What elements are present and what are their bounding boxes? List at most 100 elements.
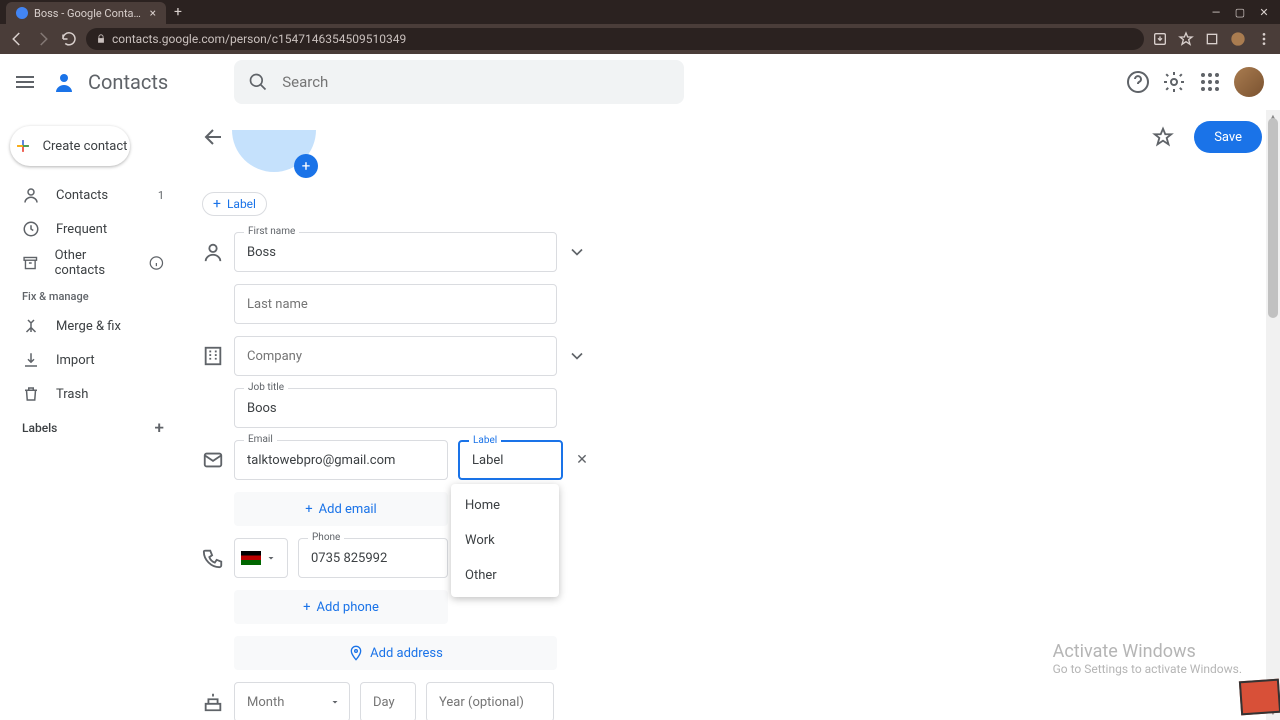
app-title: Contacts xyxy=(88,70,168,94)
app-header: Contacts xyxy=(0,54,1280,110)
add-phone-label: Add phone xyxy=(317,600,379,615)
fix-manage-header: Fix & manage xyxy=(0,280,178,309)
nav-forward-icon[interactable] xyxy=(34,30,52,48)
year-input[interactable] xyxy=(427,695,553,710)
search-input[interactable] xyxy=(282,73,670,91)
chevron-down-icon xyxy=(329,696,341,708)
dropdown-option-work[interactable]: Work xyxy=(451,523,559,558)
window-close-icon[interactable]: ✕ xyxy=(1258,6,1270,19)
windows-watermark: Activate Windows Go to Settings to activ… xyxy=(1053,641,1242,676)
browser-titlebar: Boss - Google Contacts × + — ▢ ✕ xyxy=(0,0,1280,24)
nav-reload-icon[interactable] xyxy=(60,30,78,48)
new-tab-button[interactable]: + xyxy=(174,4,182,20)
lock-icon xyxy=(96,34,106,44)
add-address-label: Add address xyxy=(370,646,443,661)
back-arrow-icon[interactable] xyxy=(202,125,226,149)
history-icon xyxy=(22,220,40,238)
star-icon[interactable] xyxy=(1152,110,1174,164)
window-minimize-icon[interactable]: — xyxy=(1210,6,1222,19)
add-address-button[interactable]: Add address xyxy=(234,636,557,670)
add-email-button[interactable]: + Add email xyxy=(234,492,448,526)
sidebar-item-merge[interactable]: Merge & fix xyxy=(0,309,178,343)
save-button[interactable]: Save xyxy=(1194,121,1262,153)
labels-header: Labels xyxy=(22,421,57,435)
url-text: contacts.google.com/person/c154714635450… xyxy=(112,32,406,46)
contact-avatar[interactable]: + xyxy=(232,164,316,172)
sidebar-item-other[interactable]: Other contacts xyxy=(0,246,178,280)
first-name-input[interactable] xyxy=(235,245,556,260)
main-menu-icon[interactable] xyxy=(16,70,40,94)
sidebar-item-trash[interactable]: Trash xyxy=(0,377,178,411)
dropdown-option-other[interactable]: Other xyxy=(451,558,559,593)
watermark-title: Activate Windows xyxy=(1053,641,1242,662)
sidebar: Create contact Contacts 1 Frequent Other… xyxy=(0,110,178,720)
tab-title: Boss - Google Contacts xyxy=(34,7,144,20)
watermark-subtitle: Go to Settings to activate Windows. xyxy=(1053,662,1242,676)
plus-icon xyxy=(13,136,33,156)
avatar-add-icon[interactable]: + xyxy=(294,154,318,178)
company-input[interactable] xyxy=(235,349,556,364)
label-dropdown: Home Work Other xyxy=(451,484,559,597)
tab-favicon xyxy=(16,7,28,19)
sidebar-item-label: Merge & fix xyxy=(56,319,121,334)
nav-back-icon[interactable] xyxy=(8,30,26,48)
dropdown-option-home[interactable]: Home xyxy=(451,488,559,523)
sidebar-item-label: Contacts xyxy=(56,188,108,203)
browser-tab[interactable]: Boss - Google Contacts × xyxy=(6,2,166,24)
email-type-label: Label xyxy=(469,435,501,446)
location-icon xyxy=(348,645,364,661)
add-label-chip[interactable]: + Label xyxy=(202,192,267,216)
day-input[interactable] xyxy=(361,695,415,710)
add-phone-button[interactable]: + Add phone xyxy=(234,590,448,624)
info-icon[interactable] xyxy=(149,255,164,271)
phone-input[interactable] xyxy=(299,551,447,566)
chevron-down-icon[interactable] xyxy=(567,346,587,366)
email-type-input[interactable] xyxy=(460,453,561,468)
email-icon xyxy=(202,449,224,471)
label-chip-text: Label xyxy=(227,197,256,211)
profile-ext-icon[interactable] xyxy=(1230,31,1246,47)
trash-icon xyxy=(22,385,40,403)
sidebar-item-import[interactable]: Import xyxy=(0,343,178,377)
window-maximize-icon[interactable]: ▢ xyxy=(1234,6,1246,19)
scrollbar-thumb[interactable] xyxy=(1268,118,1278,318)
browser-menu-icon[interactable] xyxy=(1256,31,1272,47)
remove-email-icon[interactable]: ✕ xyxy=(573,452,591,468)
phone-icon xyxy=(202,547,224,569)
extension-icon[interactable] xyxy=(1204,31,1220,47)
chevron-down-icon[interactable] xyxy=(567,242,587,262)
contact-editor: Save + + Label First name xyxy=(178,110,1280,720)
job-title-input[interactable] xyxy=(235,401,556,416)
sidebar-item-label: Other contacts xyxy=(55,248,134,278)
chevron-down-icon[interactable] xyxy=(265,552,277,564)
create-contact-button[interactable]: Create contact xyxy=(10,126,130,166)
corner-sticker xyxy=(1239,679,1280,716)
browser-address-bar: contacts.google.com/person/c154714635450… xyxy=(0,24,1280,54)
tab-close-icon[interactable]: × xyxy=(150,6,156,20)
country-flag-icon xyxy=(241,551,261,565)
building-icon xyxy=(202,345,224,367)
search-box[interactable] xyxy=(234,60,684,104)
vertical-scrollbar[interactable]: ▲ ▼ xyxy=(1266,110,1280,720)
contacts-logo-icon xyxy=(52,70,76,94)
last-name-input[interactable] xyxy=(235,297,556,312)
install-icon[interactable] xyxy=(1152,31,1168,47)
person-icon xyxy=(202,241,224,263)
person-icon xyxy=(22,186,40,204)
settings-icon[interactable] xyxy=(1162,70,1186,94)
help-icon[interactable] xyxy=(1126,70,1150,94)
create-contact-label: Create contact xyxy=(43,139,128,154)
sidebar-item-label: Import xyxy=(56,353,95,368)
sidebar-item-label: Trash xyxy=(56,387,88,402)
url-bar[interactable]: contacts.google.com/person/c154714635450… xyxy=(86,28,1144,50)
account-avatar[interactable] xyxy=(1234,67,1264,97)
plus-icon: + xyxy=(213,196,221,212)
email-label: Email xyxy=(244,434,277,445)
bookmark-star-icon[interactable] xyxy=(1178,31,1194,47)
email-input[interactable] xyxy=(235,453,447,468)
sidebar-item-contacts[interactable]: Contacts 1 xyxy=(0,178,178,212)
sidebar-item-frequent[interactable]: Frequent xyxy=(0,212,178,246)
contacts-count: 1 xyxy=(158,189,164,202)
apps-grid-icon[interactable] xyxy=(1198,70,1222,94)
add-label-button[interactable]: + xyxy=(155,418,164,438)
